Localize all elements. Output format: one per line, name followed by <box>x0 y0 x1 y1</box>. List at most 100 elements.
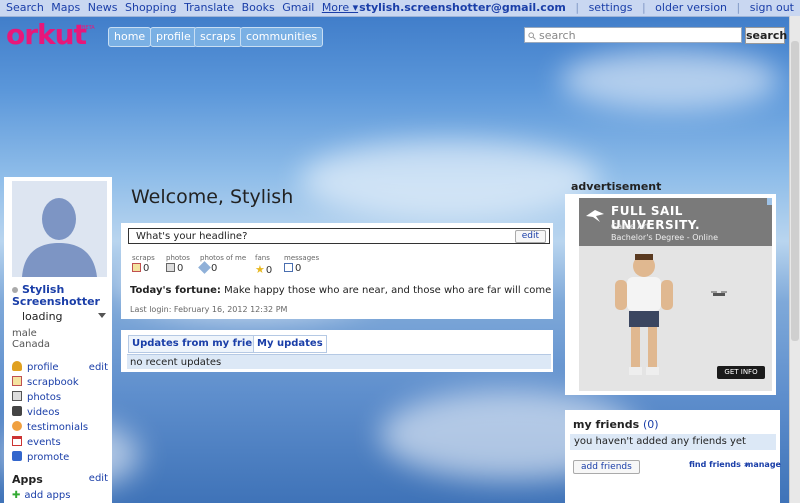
country: Canada <box>12 339 51 350</box>
nav-scraps[interactable]: scraps <box>194 27 242 47</box>
page-title: Welcome, Stylish <box>131 186 294 208</box>
orkut-logo[interactable]: orkut <box>6 20 87 50</box>
nav-home[interactable]: home <box>108 27 152 47</box>
stat-number: 0 <box>143 263 150 274</box>
find-friends-link[interactable]: find friends » <box>689 460 749 469</box>
menu-item-profile[interactable]: profile edit <box>12 361 110 376</box>
stat-value: 0 <box>198 261 218 274</box>
nav-communities[interactable]: communities <box>240 27 324 47</box>
menu-item-testimonials[interactable]: testimonials <box>12 421 110 436</box>
videos-icon <box>12 406 22 416</box>
avatar[interactable] <box>12 181 107 277</box>
ad-creative[interactable]: FULL SAIL UNIVERSITY. Game Art Bachelor'… <box>579 198 772 391</box>
sign-out-link[interactable]: sign out <box>750 1 794 14</box>
advertisement-label: advertisement <box>571 180 662 193</box>
gbar-link-search[interactable]: Search <box>6 1 44 14</box>
stat-fans[interactable]: fans ★0 <box>255 254 272 276</box>
testimonials-icon <box>12 421 22 431</box>
status-dropdown[interactable]: loading <box>12 310 110 323</box>
profile-info: male Canada <box>12 328 50 350</box>
gbar-link-gmail[interactable]: Gmail <box>282 1 314 14</box>
profile-menu: profile edit scrapbook photos videos tes… <box>12 361 110 466</box>
gbar-link-shopping[interactable]: Shopping <box>125 1 177 14</box>
name-last: Screenshotter <box>12 295 100 308</box>
gbar-link-news[interactable]: News <box>88 1 118 14</box>
ad-degree: Bachelor's Degree - Online <box>611 233 718 242</box>
add-friends-button[interactable]: add friends <box>573 460 640 474</box>
gbar-link-books[interactable]: Books <box>242 1 275 14</box>
edit-profile-link[interactable]: edit <box>89 361 108 375</box>
eagle-logo-icon <box>586 210 604 222</box>
menu-item-promote[interactable]: promote <box>12 451 110 466</box>
menu-item-photos[interactable]: photos <box>12 391 110 406</box>
edit-headline-button[interactable]: edit <box>514 230 546 243</box>
separator: | <box>575 1 580 14</box>
star-icon: ★ <box>255 263 265 276</box>
gbar-link-more[interactable]: More ▾ <box>322 1 358 14</box>
menu-item-events[interactable]: events <box>12 436 110 451</box>
vertical-scrollbar[interactable] <box>789 16 800 503</box>
scrapbook-icon <box>12 376 22 386</box>
cloud <box>300 140 600 220</box>
photo-icon <box>166 263 175 272</box>
tab-my-updates[interactable]: My updates <box>253 335 327 353</box>
add-apps-label: add apps <box>24 490 71 501</box>
friends-heading: my friends <box>573 418 640 431</box>
menu-item-scrapbook[interactable]: scrapbook <box>12 376 110 391</box>
headline-text: What's your headline? <box>136 231 248 242</box>
menu-label: photos <box>27 392 62 403</box>
fortune: Today's fortune: Make happy those who ar… <box>130 285 551 296</box>
edit-apps-link[interactable]: edit <box>89 473 108 484</box>
profile-name[interactable]: Stylish Screenshotter <box>12 284 100 308</box>
gbar-link-maps[interactable]: Maps <box>51 1 80 14</box>
ad-subtitle: Game Art <box>611 222 650 231</box>
promote-icon <box>12 451 22 461</box>
scrollbar-thumb[interactable] <box>791 41 799 341</box>
search-button[interactable]: search <box>745 27 787 44</box>
updates-list: no recent updates <box>127 354 551 369</box>
profile-summary: What's your headline? edit scraps 0 phot… <box>121 223 553 319</box>
stat-label: scraps <box>132 254 155 262</box>
stat-number: 0 <box>295 263 302 274</box>
stat-value: 0 <box>166 263 183 274</box>
stat-number: 0 <box>177 263 184 274</box>
gender: male <box>12 328 37 339</box>
stat-photos[interactable]: photos 0 <box>166 254 190 274</box>
nav-profile[interactable]: profile <box>150 27 197 47</box>
gbar-link-translate[interactable]: Translate <box>184 1 234 14</box>
menu-label: promote <box>27 452 70 463</box>
tag-icon <box>198 261 211 274</box>
friends-panel: my friends (0) you haven't added any fri… <box>565 410 781 503</box>
menu-item-videos[interactable]: videos <box>12 406 110 421</box>
friends-count[interactable]: (0) <box>643 418 659 431</box>
menu-label: scrapbook <box>27 377 79 388</box>
apps-title: Apps <box>12 473 43 486</box>
settings-link[interactable]: settings <box>589 1 633 14</box>
advertisement-banner[interactable]: FULL SAIL UNIVERSITY. Game Art Bachelor'… <box>565 194 776 395</box>
stat-label: messages <box>284 254 320 262</box>
friends-title: my friends (0) <box>573 418 659 431</box>
add-apps-link[interactable]: ✚ add apps <box>12 490 70 501</box>
menu-label: videos <box>27 407 60 418</box>
ad-choices-icon[interactable] <box>767 198 772 205</box>
beta-label: BETA <box>82 25 95 31</box>
scrap-icon <box>132 263 141 272</box>
get-info-button[interactable]: GET INFO <box>717 366 765 379</box>
stat-number: 0 <box>211 263 218 274</box>
search-input[interactable]: search <box>524 27 742 43</box>
headline-field[interactable]: What's your headline? edit <box>128 228 550 244</box>
online-status-icon <box>12 287 18 293</box>
separator: | <box>641 1 646 14</box>
ad-header: FULL SAIL UNIVERSITY. Game Art Bachelor'… <box>579 198 772 246</box>
stat-scraps[interactable]: scraps 0 <box>132 254 155 274</box>
manage-friends-link[interactable]: manage <box>745 460 781 469</box>
stat-label: photos of me <box>200 254 247 262</box>
gbar-links: Search Maps News Shopping Translate Book… <box>6 0 362 16</box>
gbar-account: stylish.screenshotter@gmail.com | settin… <box>359 0 794 16</box>
stat-value: 0 <box>132 263 149 274</box>
stat-photos-of-me[interactable]: photos of me 0 <box>198 254 247 274</box>
older-version-link[interactable]: older version <box>655 1 727 14</box>
account-email[interactable]: stylish.screenshotter@gmail.com <box>359 1 566 14</box>
updates-panel: Updates from my friends My updates no re… <box>121 330 553 372</box>
stat-messages[interactable]: messages 0 <box>284 254 320 274</box>
